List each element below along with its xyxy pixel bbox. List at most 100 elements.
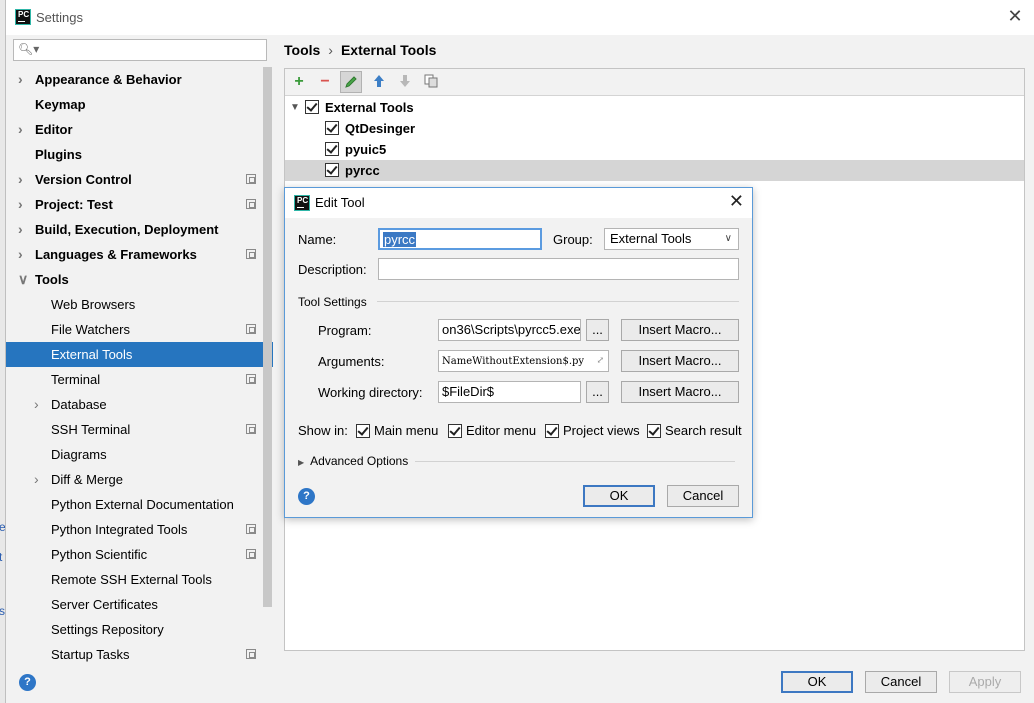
name-field[interactable]: pyrcc	[378, 228, 542, 250]
expand-icon[interactable]: ⤢	[596, 351, 604, 371]
project-level-icon	[246, 549, 256, 559]
sidebar-item-label: Python Scientific	[51, 547, 148, 562]
sidebar-item[interactable]: File Watchers	[6, 317, 273, 342]
sidebar-item[interactable]: External Tools	[6, 342, 273, 367]
tool-checkbox[interactable]	[325, 121, 339, 135]
sidebar-item-label: Project: Test	[35, 197, 113, 212]
name-value: pyrcc	[383, 232, 417, 247]
remove-button[interactable]: −	[314, 71, 336, 93]
chevron-right-icon[interactable]: ›	[18, 117, 28, 142]
dialog-ok-button[interactable]: OK	[583, 485, 655, 507]
sidebar-item[interactable]: Diagrams	[6, 442, 273, 467]
sidebar-item[interactable]: Startup Tasks	[6, 642, 273, 667]
group-label: Group:	[553, 232, 593, 247]
working-directory-field[interactable]: $FileDir$	[438, 381, 581, 403]
chevron-right-icon[interactable]: ›	[18, 217, 28, 242]
checkbox-label: Project views	[563, 423, 640, 438]
chevron-down-icon[interactable]: ∨	[18, 267, 28, 292]
chevron-right-icon[interactable]: ›	[18, 167, 28, 192]
group-select[interactable]: External Tools ∨	[604, 228, 739, 250]
sidebar-item[interactable]: Plugins	[6, 142, 273, 167]
sidebar-item[interactable]: › Diff & Merge	[6, 467, 273, 492]
sidebar-item-label: Startup Tasks	[51, 647, 130, 662]
program-field[interactable]: on36\Scripts\pyrcc5.exe	[438, 319, 581, 341]
edit-button[interactable]	[340, 71, 362, 93]
close-icon[interactable]: ✕	[1005, 6, 1025, 27]
arrow-up-icon	[374, 75, 384, 87]
sidebar-item[interactable]: › Appearance & Behavior	[6, 67, 273, 92]
project-level-icon	[246, 424, 256, 434]
chevron-right-icon[interactable]: ›	[34, 392, 44, 417]
sidebar-item[interactable]: Keymap	[6, 92, 273, 117]
group-value: External Tools	[610, 231, 692, 246]
sidebar-item-label: Database	[51, 397, 107, 412]
sidebar-item[interactable]: Remote SSH External Tools	[6, 567, 273, 592]
sidebar-item-label: SSH Terminal	[51, 422, 131, 437]
dialog-cancel-button[interactable]: Cancel	[667, 485, 739, 507]
sidebar-item[interactable]: › Database	[6, 392, 273, 417]
sidebar-item[interactable]: Python Integrated Tools	[6, 517, 273, 542]
sidebar-item[interactable]: ∨ Tools	[6, 267, 273, 292]
sidebar-item[interactable]: › Project: Test	[6, 192, 273, 217]
project-level-icon	[246, 174, 256, 184]
apply-button[interactable]: Apply	[949, 671, 1021, 693]
tool-settings-heading: Tool Settings	[298, 295, 367, 309]
tool-label: pyrcc	[345, 163, 380, 178]
arguments-field[interactable]: NameWithoutExtension$.py ⤢	[438, 350, 609, 372]
arguments-value: NameWithoutExtension$.py	[442, 356, 585, 367]
sidebar-item-label: Diff & Merge	[51, 472, 124, 487]
tool-checkbox[interactable]	[325, 142, 339, 156]
chevron-right-icon[interactable]: ›	[18, 67, 28, 92]
tool-row[interactable]: pyrcc	[285, 160, 1024, 181]
sidebar-item[interactable]: Web Browsers	[6, 292, 273, 317]
sidebar-item[interactable]: Terminal	[6, 367, 273, 392]
chevron-right-icon[interactable]: ›	[18, 242, 28, 267]
help-button[interactable]: ?	[298, 488, 315, 505]
sidebar-item[interactable]: SSH Terminal	[6, 417, 273, 442]
checkbox[interactable]	[448, 424, 462, 438]
chevron-right-icon[interactable]: ›	[34, 467, 44, 492]
checkbox[interactable]	[545, 424, 559, 438]
working-directory-insert-macro-button[interactable]: Insert Macro...	[621, 381, 739, 403]
edit-tool-dialog: PC Edit Tool ✕ Name: pyrcc Group: Extern…	[284, 187, 753, 518]
sidebar-item[interactable]: Server Certificates	[6, 592, 273, 617]
search-input[interactable]: 🔍︎▾	[13, 39, 267, 61]
advanced-options-toggle[interactable]: ▶ Advanced Options	[298, 454, 408, 468]
sidebar-item[interactable]: › Languages & Frameworks	[6, 242, 273, 267]
tool-group-row[interactable]: ▼ External Tools	[285, 97, 1024, 118]
tool-row[interactable]: pyuic5	[285, 139, 1024, 160]
help-button[interactable]: ?	[19, 674, 36, 691]
ok-button[interactable]: OK	[781, 671, 853, 693]
name-label: Name:	[298, 232, 337, 247]
sidebar-item[interactable]: › Editor	[6, 117, 273, 142]
move-up-button[interactable]	[368, 71, 390, 93]
sidebar-item-label: Keymap	[35, 97, 86, 112]
program-browse-button[interactable]: ...	[586, 319, 609, 341]
sidebar-item[interactable]: › Build, Execution, Deployment	[6, 217, 273, 242]
close-icon[interactable]: ✕	[729, 191, 744, 212]
sidebar-item[interactable]: Python Scientific	[6, 542, 273, 567]
copy-button[interactable]	[420, 71, 442, 93]
checkbox[interactable]	[356, 424, 370, 438]
sidebar-item[interactable]: › Version Control	[6, 167, 273, 192]
tool-row[interactable]: QtDesinger	[285, 118, 1024, 139]
sidebar-item[interactable]: Settings Repository	[6, 617, 273, 642]
chevron-right-icon[interactable]: ›	[18, 192, 28, 217]
cancel-button[interactable]: Cancel	[865, 671, 937, 693]
chevron-down-icon[interactable]: ▼	[290, 97, 300, 118]
tool-group-checkbox[interactable]	[305, 100, 319, 114]
add-button[interactable]: +	[288, 71, 310, 93]
checkbox[interactable]	[647, 424, 661, 438]
sidebar-item[interactable]: Python External Documentation	[6, 492, 273, 517]
project-level-icon	[246, 199, 256, 209]
move-down-button[interactable]	[394, 71, 416, 93]
arguments-insert-macro-button[interactable]: Insert Macro...	[621, 350, 739, 372]
sidebar-scrollbar[interactable]	[263, 67, 272, 607]
description-field[interactable]	[378, 258, 739, 280]
tool-checkbox[interactable]	[325, 163, 339, 177]
settings-tree: › Appearance & Behavior Keymap › Editor Plugi…	[6, 67, 273, 667]
description-label: Description:	[298, 262, 367, 277]
checkbox-label: Editor menu	[466, 423, 537, 438]
program-insert-macro-button[interactable]: Insert Macro...	[621, 319, 739, 341]
working-directory-browse-button[interactable]: ...	[586, 381, 609, 403]
